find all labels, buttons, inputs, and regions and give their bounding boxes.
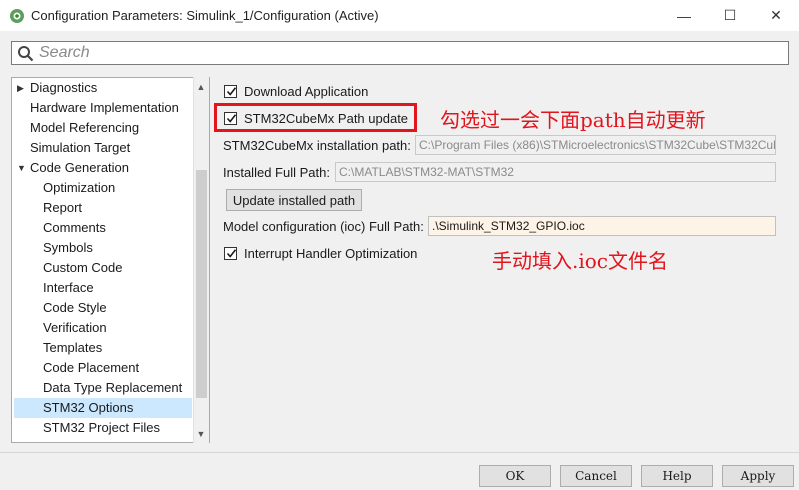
- tree-item-label: Custom Code: [43, 260, 123, 275]
- tree-item-label: Code Generation: [30, 160, 130, 175]
- scroll-up-arrow-icon[interactable]: ▲: [193, 79, 209, 95]
- window-title: Configuration Parameters: Simulink_1/Con…: [31, 8, 379, 23]
- category-tree[interactable]: ▶ Diagnostics Hardware Implementation Model…: [11, 77, 210, 443]
- tree-item[interactable]: STM32 Project Files: [43, 418, 160, 438]
- tree-item[interactable]: Comments: [43, 218, 106, 238]
- model-config-path-field[interactable]: .\Simulink_STM32_GPIO.ioc: [428, 216, 776, 236]
- interrupt-handler-checkbox[interactable]: [224, 247, 237, 260]
- annotation-auto-update: 勾选过一会下面path自动更新: [440, 108, 706, 132]
- ok-button[interactable]: OK: [479, 465, 551, 487]
- tree-item-label: Code Style: [43, 300, 107, 315]
- tree-item[interactable]: Custom Code: [43, 258, 122, 278]
- annotation-ioc-filename: 手动填入.ioc文件名: [492, 249, 668, 273]
- tree-item-label: Simulation Target: [30, 140, 131, 155]
- tree-item[interactable]: Code Placement: [43, 358, 139, 378]
- close-button[interactable]: ✕: [753, 0, 799, 31]
- tree-item-label: Report: [43, 200, 83, 215]
- tree-item[interactable]: Symbols: [43, 238, 93, 258]
- download-application-checkbox[interactable]: [224, 85, 237, 98]
- tree-item-label: Code Placement: [43, 360, 140, 375]
- tree-item-label: Data Type Replacement: [43, 380, 183, 395]
- tree-item-label: Model Referencing: [30, 120, 140, 135]
- cubemx-path-update-label: STM32CubeMx Path update: [244, 111, 409, 126]
- tree-item[interactable]: Report: [43, 198, 82, 218]
- tree-item-label: Symbols: [43, 240, 93, 255]
- expand-arrow-icon[interactable]: ▶: [17, 78, 24, 98]
- footer-divider: [0, 452, 799, 453]
- tree-item[interactable]: STM32 Options: [14, 398, 192, 418]
- tree-item-label: Hardware Implementation: [30, 100, 179, 115]
- simulink-app-icon: [9, 8, 25, 24]
- installed-full-path-label: Installed Full Path:: [223, 165, 330, 180]
- scroll-down-arrow-icon[interactable]: ▼: [193, 426, 209, 442]
- scroll-thumb[interactable]: [196, 170, 207, 398]
- cubemx-install-path-field[interactable]: C:\Program Files (x86)\STMicroelectronic…: [415, 135, 776, 155]
- tree-item[interactable]: ▼ Code Generation: [17, 158, 130, 178]
- tree-item[interactable]: Templates: [43, 338, 102, 358]
- tree-item-label: Interface: [43, 280, 94, 295]
- tree-item[interactable]: Hardware Implementation: [30, 98, 179, 118]
- maximize-icon: ☐: [723, 7, 737, 23]
- installed-full-path-field[interactable]: C:\MATLAB\STM32-MAT\STM32: [335, 162, 776, 182]
- tree-item-label: STM32 Project Files: [43, 420, 161, 435]
- tree-item[interactable]: Optimization: [43, 178, 115, 198]
- tree-item[interactable]: Model Referencing: [30, 118, 139, 138]
- tree-item-label: Verification: [43, 320, 107, 335]
- update-installed-path-button[interactable]: Update installed path: [226, 189, 362, 211]
- interrupt-handler-label: Interrupt Handler Optimization: [244, 246, 418, 261]
- apply-button[interactable]: Apply: [722, 465, 794, 487]
- cubemx-path-update-checkbox[interactable]: [224, 112, 237, 125]
- close-icon: ✕: [770, 7, 782, 23]
- search-placeholder: Search: [39, 44, 90, 61]
- tree-item-label: Optimization: [43, 180, 116, 195]
- minimize-icon: —: [677, 7, 691, 24]
- minimize-button[interactable]: —: [661, 0, 707, 31]
- cubemx-install-path-label: STM32CubeMx installation path:: [223, 138, 411, 153]
- search-input[interactable]: Search: [11, 41, 789, 65]
- help-button[interactable]: Help: [641, 465, 713, 487]
- cancel-button[interactable]: Cancel: [560, 465, 632, 487]
- maximize-button[interactable]: ☐: [707, 0, 753, 31]
- tree-item-label: Diagnostics: [30, 80, 98, 95]
- tree-item[interactable]: Data Type Replacement: [43, 378, 182, 398]
- tree-item[interactable]: Interface: [43, 278, 94, 298]
- tree-item[interactable]: ▶ Diagnostics: [17, 78, 98, 98]
- tree-item-label: Comments: [43, 220, 106, 235]
- model-config-path-label: Model configuration (ioc) Full Path:: [223, 219, 424, 234]
- tree-item[interactable]: Code Style: [43, 298, 107, 318]
- tree-item-label: Templates: [43, 340, 103, 355]
- tree-item-label: STM32 Options: [43, 400, 134, 415]
- collapse-arrow-icon[interactable]: ▼: [17, 158, 26, 178]
- tree-item[interactable]: Simulation Target: [30, 138, 130, 158]
- tree-item[interactable]: Verification: [43, 318, 107, 338]
- search-icon: [17, 45, 34, 62]
- download-application-label: Download Application: [244, 84, 369, 99]
